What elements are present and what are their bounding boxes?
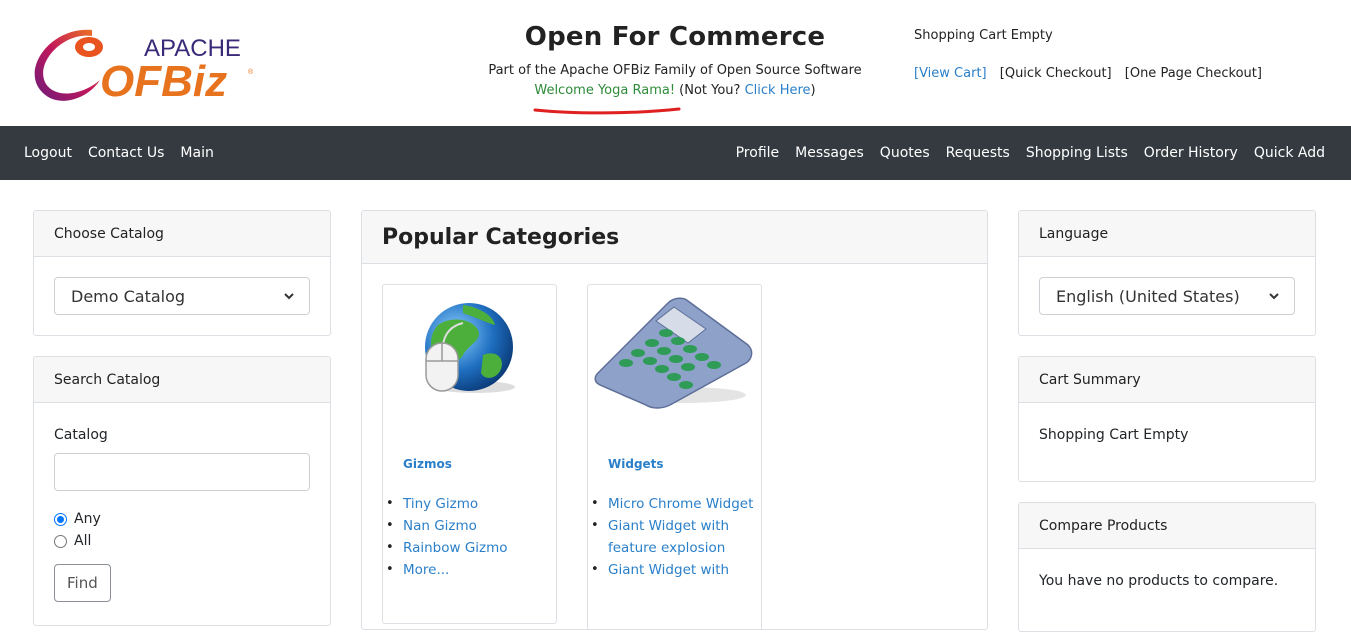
radio-all-row[interactable]: All xyxy=(54,533,310,549)
nav-logout[interactable]: Logout xyxy=(24,145,72,161)
main-navbar: Logout Contact Us Main Profile Messages … xyxy=(0,126,1351,180)
site-subtitle: Part of the Apache OFBiz Family of Open … xyxy=(488,63,862,78)
compare-products-card: Compare Products You have no products to… xyxy=(1018,502,1316,632)
nav-requests[interactable]: Requests xyxy=(946,145,1010,161)
chevron-down-icon xyxy=(1269,293,1279,300)
nav-order-history[interactable]: Order History xyxy=(1144,145,1238,161)
catalog-select[interactable]: Demo Catalog xyxy=(54,277,310,315)
chevron-down-icon xyxy=(284,293,294,300)
click-here-link[interactable]: Click Here xyxy=(745,83,811,98)
gizmos-product-list: Tiny Gizmo Nan Gizmo Rainbow Gizmo More.… xyxy=(383,493,556,581)
nav-contact-us[interactable]: Contact Us xyxy=(88,145,164,161)
red-underline-annotation xyxy=(533,107,681,115)
language-card: Language English (United States) xyxy=(1018,210,1316,336)
site-title: Open For Commerce xyxy=(524,22,826,52)
nav-right: Profile Messages Quotes Requests Shoppin… xyxy=(720,126,1325,180)
search-catalog-title: Search Catalog xyxy=(34,357,330,403)
radio-all[interactable] xyxy=(54,534,67,548)
category-card-widgets: Widgets Micro Chrome Widget Giant Widget… xyxy=(587,284,762,629)
catalog-field-label: Catalog xyxy=(54,427,108,443)
language-select-value: English (United States) xyxy=(1056,286,1240,306)
svg-text:OFBiz: OFBiz xyxy=(100,57,227,106)
search-catalog-card: Search Catalog Catalog Any All Find xyxy=(33,356,331,626)
choose-catalog-title: Choose Catalog xyxy=(34,211,330,257)
radio-any-label: Any xyxy=(74,511,101,527)
ofbiz-logo[interactable]: APACHE OFBiz ® xyxy=(22,18,262,108)
nav-quick-add[interactable]: Quick Add xyxy=(1254,145,1325,161)
welcome-user-name: Welcome Yoga Rama! xyxy=(534,83,676,98)
nav-left: Logout Contact Us Main xyxy=(24,126,230,180)
product-link[interactable]: Giant Widget with xyxy=(608,562,729,578)
language-title: Language xyxy=(1019,211,1315,257)
not-you-text: (Not You? xyxy=(675,83,745,98)
catalog-select-value: Demo Catalog xyxy=(71,286,186,306)
product-link[interactable]: Tiny Gizmo xyxy=(403,496,478,512)
nav-profile[interactable]: Profile xyxy=(736,145,780,161)
welcome-message: Welcome Yoga Rama! (Not You? Click Here) xyxy=(534,83,816,98)
quick-checkout-link[interactable]: [Quick Checkout] xyxy=(1000,66,1112,81)
language-select[interactable]: English (United States) xyxy=(1039,277,1295,315)
choose-catalog-card: Choose Catalog Demo Catalog xyxy=(33,210,331,336)
cart-summary-title: Cart Summary xyxy=(1019,357,1315,403)
widgets-product-list: Micro Chrome Widget Giant Widget with fe… xyxy=(588,493,761,581)
cart-links: [View Cart] [Quick Checkout] [One Page C… xyxy=(914,66,1271,81)
radio-any[interactable] xyxy=(54,512,67,526)
compare-products-title: Compare Products xyxy=(1019,503,1315,549)
compare-products-text: You have no products to compare. xyxy=(1039,573,1279,589)
catalog-search-input[interactable] xyxy=(54,453,310,491)
product-link[interactable]: Nan Gizmo xyxy=(403,518,477,534)
product-link[interactable]: Micro Chrome Widget xyxy=(608,496,753,512)
site-heading: Open For Commerce Part of the Apache OFB… xyxy=(470,22,880,98)
view-cart-link[interactable]: [View Cart] xyxy=(914,66,987,81)
nav-shopping-lists[interactable]: Shopping Lists xyxy=(1026,145,1128,161)
cart-summary-text: Shopping Cart Empty xyxy=(1039,427,1189,443)
nav-main[interactable]: Main xyxy=(180,145,213,161)
popular-categories-title: Popular Categories xyxy=(362,211,987,264)
nav-quotes[interactable]: Quotes xyxy=(880,145,930,161)
radio-all-label: All xyxy=(74,533,92,549)
more-link[interactable]: More... xyxy=(403,562,449,578)
popular-categories-card: Popular Categories Gizmos • Tiny Gizmo •… xyxy=(361,210,988,630)
category-card-gizmos: Gizmos Tiny Gizmo Nan Gizmo Rainbow Gizm… xyxy=(382,284,557,624)
category-name-widgets[interactable]: Widgets xyxy=(588,457,761,471)
gizmos-image[interactable] xyxy=(383,285,556,430)
product-link[interactable]: Giant Widget with feature explosion xyxy=(608,518,729,556)
widgets-image[interactable] xyxy=(588,285,761,430)
cart-status: Shopping Cart Empty xyxy=(914,28,1053,43)
product-link[interactable]: Rainbow Gizmo xyxy=(403,540,508,556)
nav-messages[interactable]: Messages xyxy=(795,145,864,161)
radio-any-row[interactable]: Any xyxy=(54,511,310,527)
category-name-gizmos[interactable]: Gizmos xyxy=(383,457,556,471)
one-page-checkout-link[interactable]: [One Page Checkout] xyxy=(1125,66,1262,81)
site-header: APACHE OFBiz ® Open For Commerce Part of… xyxy=(0,0,1351,126)
find-button[interactable]: Find xyxy=(54,564,111,602)
svg-text:®: ® xyxy=(248,68,254,76)
cart-summary-card: Cart Summary Shopping Cart Empty xyxy=(1018,356,1316,482)
